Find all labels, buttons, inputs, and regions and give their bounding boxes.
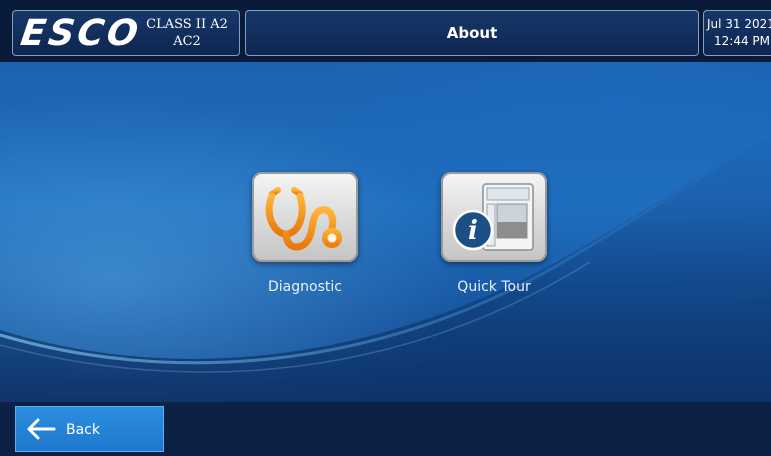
diagnostic-label: Diagnostic: [268, 279, 342, 295]
title-panel: About: [245, 10, 699, 56]
info-cabinet-icon: i: [452, 183, 534, 251]
quick-tour-label: Quick Tour: [457, 279, 531, 295]
date-text: Jul 31 2021: [707, 17, 771, 31]
datetime-panel: Jul 31 2021 12:44 PM: [703, 10, 771, 56]
datetime: Jul 31 2021 12:44 PM: [707, 16, 771, 50]
screen-background: [0, 0, 771, 456]
page-title: About: [446, 24, 498, 42]
svg-text:i: i: [468, 216, 478, 246]
model-class: CLASS II A2: [146, 17, 228, 32]
esco-logo: ESCO: [18, 13, 144, 54]
stethoscope-icon: [265, 187, 342, 251]
model-code: AC2: [173, 34, 201, 49]
top-bar: ESCO CLASS II A2 AC2 About Jul 31 2021 1…: [0, 0, 771, 62]
diagnostic-button[interactable]: [252, 172, 358, 262]
back-button[interactable]: Back: [15, 406, 164, 452]
time-text: 12:44 PM: [714, 34, 770, 48]
brand-panel: ESCO CLASS II A2 AC2: [12, 10, 240, 56]
back-label: Back: [66, 422, 100, 438]
cabinet-model: CLASS II A2 AC2: [141, 16, 233, 50]
quick-tour-button[interactable]: i: [441, 172, 547, 262]
arrow-left-icon: [27, 418, 56, 440]
